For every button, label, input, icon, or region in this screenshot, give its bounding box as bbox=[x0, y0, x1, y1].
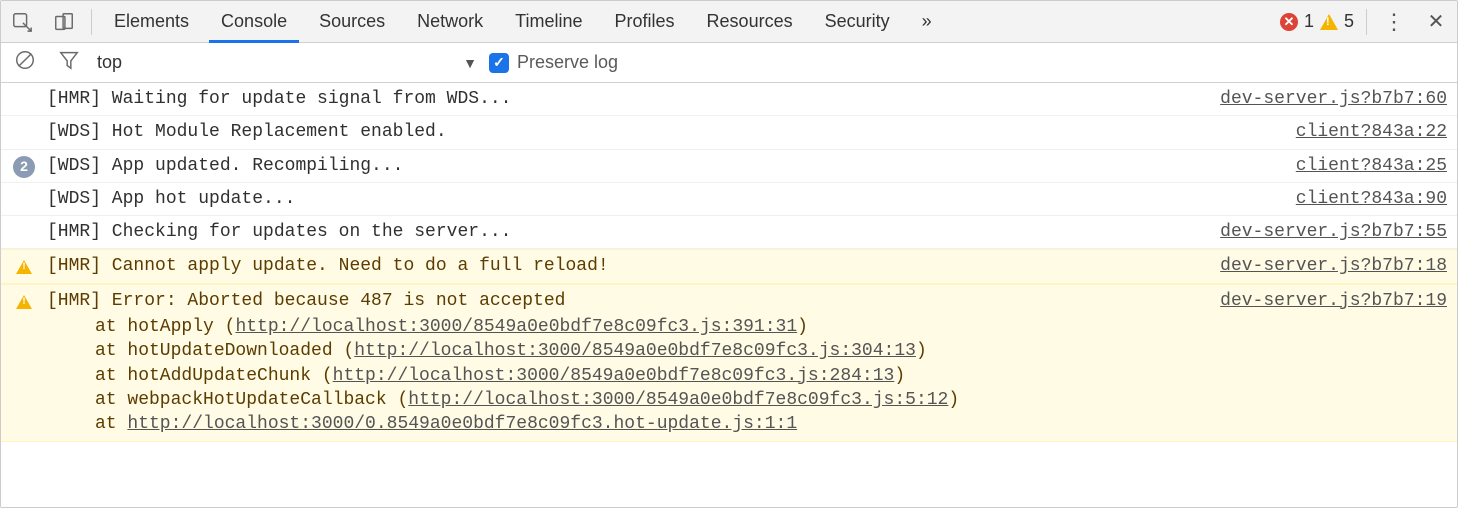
log-message: [HMR] Waiting for update signal from WDS… bbox=[47, 87, 1200, 111]
tab-label: Security bbox=[825, 11, 890, 32]
source-link[interactable]: client?843a:22 bbox=[1276, 120, 1447, 144]
warning-icon bbox=[1320, 14, 1338, 30]
status-counters[interactable]: ✕ 1 5 bbox=[1274, 11, 1360, 32]
tab-label: Profiles bbox=[615, 11, 675, 32]
stack-frame: at webpackHotUpdateCallback (http://loca… bbox=[95, 388, 1200, 412]
close-icon[interactable]: ✕ bbox=[1415, 1, 1457, 43]
context-selector[interactable]: top ▼ bbox=[97, 52, 477, 73]
error-icon: ✕ bbox=[1280, 13, 1298, 31]
log-message: [HMR] Checking for updates on the server… bbox=[47, 220, 1200, 244]
chevron-down-icon: ▼ bbox=[463, 55, 477, 71]
console-row: 2 [WDS] App updated. Recompiling...client… bbox=[1, 150, 1457, 183]
row-gutter bbox=[1, 187, 47, 189]
clear-console-icon[interactable] bbox=[9, 49, 41, 76]
devtools-tabbar: Elements Console Sources Network Timelin… bbox=[1, 1, 1457, 43]
tab-label: Console bbox=[221, 11, 287, 32]
warning-icon bbox=[16, 260, 32, 274]
row-gutter bbox=[1, 289, 47, 309]
devtools-menu-icon[interactable]: ⋮ bbox=[1373, 1, 1415, 43]
preserve-log-label: Preserve log bbox=[517, 52, 618, 73]
console-row: [HMR] Waiting for update signal from WDS… bbox=[1, 83, 1457, 116]
source-link[interactable]: dev-server.js?b7b7:60 bbox=[1200, 87, 1447, 111]
checkbox-checked-icon: ✓ bbox=[489, 53, 509, 73]
log-message: [WDS] App updated. Recompiling... bbox=[47, 154, 1276, 178]
warning-count: 5 bbox=[1344, 11, 1354, 32]
inspect-element-icon[interactable] bbox=[1, 1, 43, 43]
stack-frame-link[interactable]: http://localhost:3000/8549a0e0bdf7e8c09f… bbox=[333, 366, 895, 386]
tab-label: Resources bbox=[707, 11, 793, 32]
console-toolbar: top ▼ ✓ Preserve log bbox=[1, 43, 1457, 83]
console-row: [HMR] Checking for updates on the server… bbox=[1, 216, 1457, 249]
stack-frame-link[interactable]: http://localhost:3000/8549a0e0bdf7e8c09f… bbox=[408, 390, 948, 410]
tab-elements[interactable]: Elements bbox=[98, 1, 205, 42]
divider bbox=[91, 9, 92, 35]
console-row: [HMR] Error: Aborted because 487 is not … bbox=[1, 284, 1457, 442]
row-gutter bbox=[1, 254, 47, 274]
stack-frame-link[interactable]: http://localhost:3000/8549a0e0bdf7e8c09f… bbox=[354, 341, 916, 361]
stack-trace: at hotApply (http://localhost:3000/8549a… bbox=[47, 315, 1200, 436]
tab-sources[interactable]: Sources bbox=[303, 1, 401, 42]
stack-frame: at hotApply (http://localhost:3000/8549a… bbox=[95, 315, 1200, 339]
tab-security[interactable]: Security bbox=[809, 1, 906, 42]
warning-icon bbox=[16, 295, 32, 309]
console-row: [HMR] Cannot apply update. Need to do a … bbox=[1, 249, 1457, 283]
error-count: 1 bbox=[1304, 11, 1314, 32]
source-link[interactable]: dev-server.js?b7b7:18 bbox=[1200, 254, 1447, 278]
log-message: [HMR] Error: Aborted because 487 is not … bbox=[47, 289, 1200, 437]
devtools-window: Elements Console Sources Network Timelin… bbox=[0, 0, 1458, 508]
tab-label: Network bbox=[417, 11, 483, 32]
source-link[interactable]: client?843a:25 bbox=[1276, 154, 1447, 178]
tab-label: Sources bbox=[319, 11, 385, 32]
row-gutter: 2 bbox=[1, 154, 47, 178]
tab-label: Timeline bbox=[515, 11, 582, 32]
console-row: [WDS] Hot Module Replacement enabled.cli… bbox=[1, 116, 1457, 149]
repeat-count-badge: 2 bbox=[13, 156, 35, 178]
tab-resources[interactable]: Resources bbox=[691, 1, 809, 42]
source-link[interactable]: client?843a:90 bbox=[1276, 187, 1447, 211]
stack-frame: at http://localhost:3000/0.8549a0e0bdf7e… bbox=[95, 412, 1200, 436]
log-message: [WDS] Hot Module Replacement enabled. bbox=[47, 120, 1276, 144]
filter-icon[interactable] bbox=[53, 49, 85, 76]
tabs-overflow[interactable]: » bbox=[906, 1, 948, 42]
stack-frame-link[interactable]: http://localhost:3000/0.8549a0e0bdf7e8c0… bbox=[127, 414, 797, 434]
preserve-log-toggle[interactable]: ✓ Preserve log bbox=[489, 52, 618, 73]
source-link[interactable]: dev-server.js?b7b7:19 bbox=[1200, 289, 1447, 313]
log-message: [HMR] Cannot apply update. Need to do a … bbox=[47, 254, 1200, 278]
stack-frame: at hotAddUpdateChunk (http://localhost:3… bbox=[95, 364, 1200, 388]
tab-label: Elements bbox=[114, 11, 189, 32]
context-value: top bbox=[97, 52, 122, 73]
row-gutter bbox=[1, 220, 47, 222]
console-log[interactable]: [HMR] Waiting for update signal from WDS… bbox=[1, 83, 1457, 507]
tab-profiles[interactable]: Profiles bbox=[599, 1, 691, 42]
console-row: [WDS] App hot update...client?843a:90 bbox=[1, 183, 1457, 216]
row-gutter bbox=[1, 87, 47, 89]
tab-console[interactable]: Console bbox=[205, 1, 303, 42]
overflow-icon: » bbox=[922, 11, 932, 32]
divider bbox=[1366, 9, 1367, 35]
tab-timeline[interactable]: Timeline bbox=[499, 1, 598, 42]
row-gutter bbox=[1, 120, 47, 122]
tab-network[interactable]: Network bbox=[401, 1, 499, 42]
stack-frame: at hotUpdateDownloaded (http://localhost… bbox=[95, 339, 1200, 363]
device-toolbar-icon[interactable] bbox=[43, 1, 85, 43]
source-link[interactable]: dev-server.js?b7b7:55 bbox=[1200, 220, 1447, 244]
stack-frame-link[interactable]: http://localhost:3000/8549a0e0bdf7e8c09f… bbox=[235, 317, 797, 337]
log-message: [WDS] App hot update... bbox=[47, 187, 1276, 211]
panel-tabs: Elements Console Sources Network Timelin… bbox=[98, 1, 948, 42]
